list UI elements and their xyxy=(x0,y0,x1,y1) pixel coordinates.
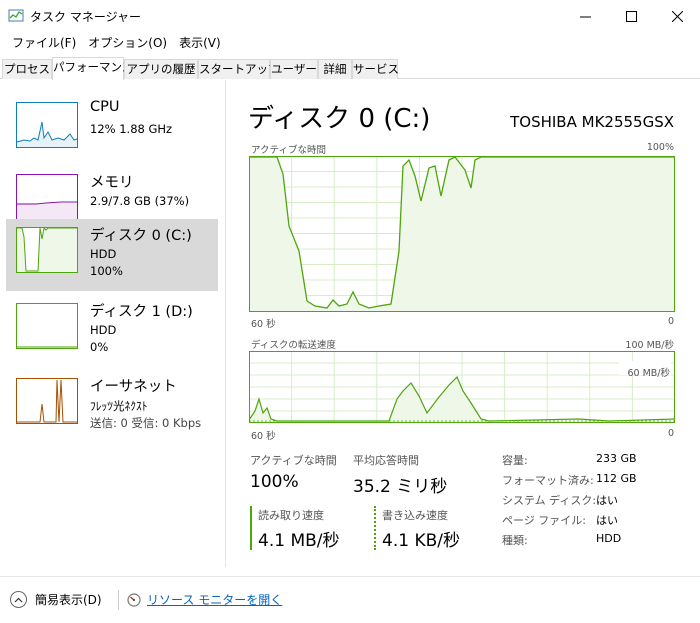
window-title: タスク マネージャー xyxy=(30,10,141,24)
resource-item-disk-1[interactable]: ディスク 1 (D:) HDD 0% xyxy=(6,295,218,367)
active-time-graph-max: 100% xyxy=(646,142,674,153)
menu-options[interactable]: オプション(O) xyxy=(82,32,173,54)
active-time-graph-label: アクティブな時間 xyxy=(251,145,326,156)
tab-app-history[interactable]: アプリの履歴 xyxy=(124,59,198,79)
footer-divider xyxy=(118,590,119,610)
resource-detail: HDD xyxy=(90,247,117,261)
page-file-value: はい xyxy=(596,514,618,527)
disk-model: TOSHIBA MK2555GSX xyxy=(510,113,674,131)
chevron-up-icon xyxy=(10,591,27,608)
resource-usage: 送信: 0 受信: 0 Kbps xyxy=(90,416,202,430)
disk-type-value: HDD xyxy=(596,532,622,545)
transfer-graph-time-left: 60 秒 xyxy=(251,431,276,442)
write-speed-value: 4.1 KB/秒 xyxy=(382,531,460,551)
transfer-graph-label: ディスクの転送速度 xyxy=(251,340,336,351)
menu-view[interactable]: 表示(V) xyxy=(173,32,227,54)
resource-usage: 0% xyxy=(90,340,109,354)
disk-type-label: 種類: xyxy=(502,534,528,547)
response-time-label: 平均応答時間 xyxy=(353,454,419,467)
menu-file[interactable]: ファイル(F) xyxy=(6,32,82,54)
minimize-icon xyxy=(579,16,591,17)
resource-name: イーサネット xyxy=(90,379,177,395)
transfer-graph-mid: 60 MB/秒 xyxy=(627,368,670,379)
resource-detail: HDD xyxy=(90,323,117,337)
transfer-graph-max: 100 MB/秒 xyxy=(625,340,674,351)
tab-strip: プロセス パフォーマンス アプリの履歴 スタートアップ ユーザー 詳細 サービス xyxy=(0,57,700,80)
resource-detail: 2.9/7.8 GB (37%) xyxy=(90,194,190,208)
resource-name: ディスク 1 (D:) xyxy=(90,304,193,320)
close-icon xyxy=(671,10,683,22)
minimize-button[interactable] xyxy=(562,0,608,32)
resource-monitor-link[interactable]: リソース モニターを開く xyxy=(127,591,282,608)
transfer-rate-graph xyxy=(249,351,675,423)
disk-1-mini-graph xyxy=(16,303,78,349)
maximize-button[interactable] xyxy=(608,0,654,32)
memory-mini-graph xyxy=(16,174,78,220)
ethernet-mini-graph xyxy=(16,378,78,424)
resource-detail: 12% 1.88 GHz xyxy=(90,122,173,136)
page-file-label: ページ ファイル: xyxy=(502,514,586,527)
capacity-label: 容量: xyxy=(502,454,528,467)
resource-item-ethernet[interactable]: イーサネット ﾌﾚｯﾂ光ﾈｸｽﾄ 送信: 0 受信: 0 Kbps xyxy=(6,370,218,442)
tab-startup[interactable]: スタートアップ xyxy=(198,59,280,79)
resource-monitor-icon xyxy=(127,592,141,607)
resource-usage: 100% xyxy=(90,264,123,278)
system-disk-value: はい xyxy=(596,494,618,507)
close-button[interactable] xyxy=(654,0,700,32)
resource-detail: ﾌﾚｯﾂ光ﾈｸｽﾄ xyxy=(90,399,148,413)
footer-bar: 簡易表示(D) リソース モニターを開く xyxy=(0,576,700,623)
simple-view-label: 簡易表示(D) xyxy=(35,593,102,607)
resource-monitor-label: リソース モニターを開く xyxy=(147,593,283,607)
transfer-graph-time-right: 0 xyxy=(668,428,675,439)
tab-users[interactable]: ユーザー xyxy=(270,59,318,79)
read-speed-value: 4.1 MB/秒 xyxy=(258,531,340,551)
resource-item-disk-0[interactable]: ディスク 0 (C:) HDD 100% xyxy=(6,219,218,291)
maximize-icon xyxy=(625,10,637,22)
task-manager-icon xyxy=(8,9,24,22)
active-time-label: アクティブな時間 xyxy=(250,454,337,467)
disk-title: ディスク 0 (C:) xyxy=(248,104,431,134)
formatted-label: フォーマット済み: xyxy=(502,474,594,487)
cpu-mini-graph xyxy=(16,102,78,148)
tab-processes[interactable]: プロセス xyxy=(2,59,52,79)
active-time-graph-time-right: 0 xyxy=(668,316,675,327)
write-speed-indicator xyxy=(374,506,376,550)
active-time-graph xyxy=(249,156,675,312)
resource-name: メモリ xyxy=(90,175,134,191)
simple-view-button[interactable]: 簡易表示(D) xyxy=(10,591,102,608)
resource-item-cpu[interactable]: CPU 12% 1.88 GHz xyxy=(6,94,218,166)
active-time-graph-time-left: 60 秒 xyxy=(251,319,276,330)
system-disk-label: システム ディスク: xyxy=(502,494,597,507)
capacity-value: 233 GB xyxy=(596,452,637,465)
resource-list: CPU 12% 1.88 GHz メモリ 2.9/7.8 GB (37%) ディ… xyxy=(0,80,226,567)
formatted-value: 112 GB xyxy=(596,472,637,485)
resource-name: ディスク 0 (C:) xyxy=(90,228,192,244)
tab-services[interactable]: サービス xyxy=(352,59,399,79)
disk-0-mini-graph xyxy=(16,227,78,273)
write-speed-label: 書き込み速度 xyxy=(382,509,448,522)
resource-name: CPU xyxy=(90,99,120,115)
tab-details[interactable]: 詳細 xyxy=(318,59,352,79)
active-time-value: 100% xyxy=(250,472,299,492)
response-time-value: 35.2 ミリ秒 xyxy=(353,477,448,497)
tab-performance[interactable]: パフォーマンス xyxy=(52,57,133,80)
read-speed-label: 読み取り速度 xyxy=(258,509,324,522)
read-speed-indicator xyxy=(250,506,252,550)
menu-bar: ファイル(F) オプション(O) 表示(V) xyxy=(0,32,700,54)
title-bar: タスク マネージャー xyxy=(0,0,700,32)
